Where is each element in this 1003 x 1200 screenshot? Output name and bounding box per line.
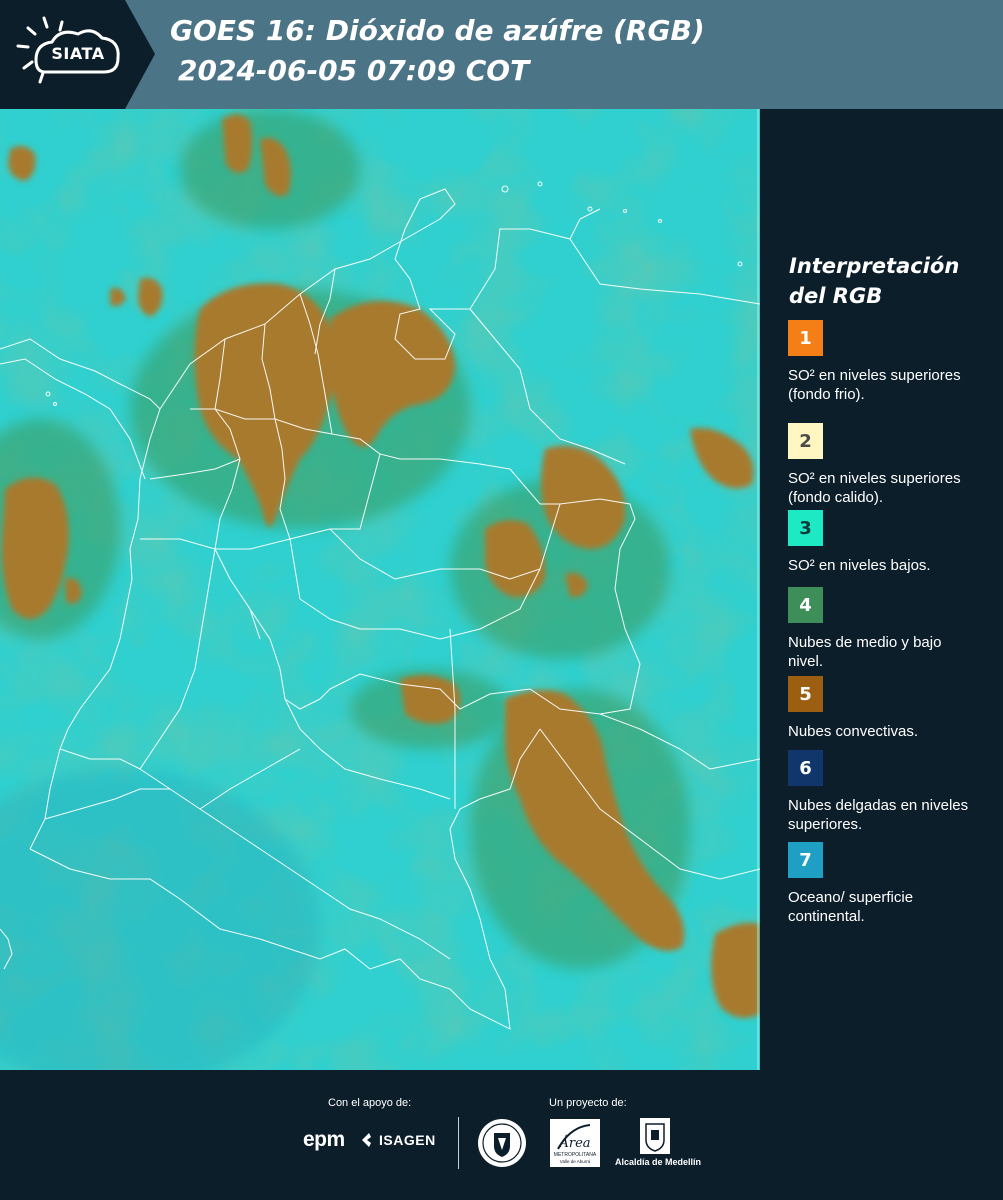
isagen-label: ISAGEN xyxy=(379,1132,436,1148)
isagen-logo: ISAGEN xyxy=(362,1132,436,1148)
page-timestamp: 2024-06-05 07:09 COT xyxy=(178,54,530,87)
legend-label: SO² en niveles superiores (fondo frio). xyxy=(788,367,961,403)
alcaldia-shield-icon xyxy=(640,1118,670,1158)
legend-item: 5 Nubes convectivas. xyxy=(788,676,998,741)
legend-label: Nubes delgadas en niveles superiores. xyxy=(788,797,969,833)
legend-item: 2 SO² en niveles superiores (fondo calido… xyxy=(788,423,998,507)
satellite-map xyxy=(0,109,760,1070)
legend-label: SO² en niveles superiores (fondo calido)… xyxy=(788,470,961,506)
project-label: Un proyecto de: xyxy=(549,1097,627,1109)
page-title: GOES 16: Dióxido de azúfre (RGB) xyxy=(170,14,705,47)
legend-swatch: 1 xyxy=(788,320,823,356)
legend-item: 3 SO² en niveles bajos. xyxy=(788,510,998,575)
medellin-seal-icon xyxy=(478,1119,526,1167)
legend-panel: Interpretación del RGB 1 SO² en niveles s… xyxy=(760,109,1003,1070)
isagen-icon xyxy=(362,1133,371,1147)
legend-swatch: 5 xyxy=(788,676,823,712)
legend-swatch: 6 xyxy=(788,750,823,786)
logo-text: SIATA xyxy=(51,44,105,63)
legend-swatch: 7 xyxy=(788,842,823,878)
legend-label: Oceano/ superficie continental. xyxy=(788,889,914,925)
legend-item: 1 SO² en niveles superiores (fondo frio). xyxy=(788,320,998,404)
legend-swatch: 4 xyxy=(788,587,823,623)
footer: Con el apoyo de: Un proyecto de: epm ISA… xyxy=(0,1070,1003,1200)
legend-swatch: 2 xyxy=(788,423,823,459)
svg-text:Área: Área xyxy=(558,1135,590,1151)
legend-item: 7 Oceano/ superficie continental. xyxy=(788,842,998,926)
alcaldia-label: Alcaldía de Medellín xyxy=(614,1157,702,1167)
legend-item: 4 Nubes de medio y bajo nivel. xyxy=(788,587,998,671)
legend-label: Nubes de medio y bajo nivel. xyxy=(788,634,942,670)
area-metropolitana-logo: Área METROPOLITANA Valle de Aburrá xyxy=(550,1119,600,1171)
footer-divider xyxy=(458,1117,459,1169)
legend-label: SO² en niveles bajos. xyxy=(788,557,931,574)
epm-logo: epm xyxy=(303,1128,345,1151)
legend-swatch: 3 xyxy=(788,510,823,546)
legend-item: 6 Nubes delgadas en niveles superiores. xyxy=(788,750,998,834)
siata-logo: SIATA xyxy=(0,0,155,109)
legend-label: Nubes convectivas. xyxy=(788,723,919,740)
legend-title: Interpretación del RGB xyxy=(789,254,960,308)
header-bar: SIATA GOES 16: Dióxido de azúfre (RGB) 2… xyxy=(0,0,1003,109)
svg-text:Valle de Aburrá: Valle de Aburrá xyxy=(560,1159,591,1164)
svg-text:METROPOLITANA: METROPOLITANA xyxy=(554,1152,597,1158)
support-label: Con el apoyo de: xyxy=(328,1097,412,1109)
